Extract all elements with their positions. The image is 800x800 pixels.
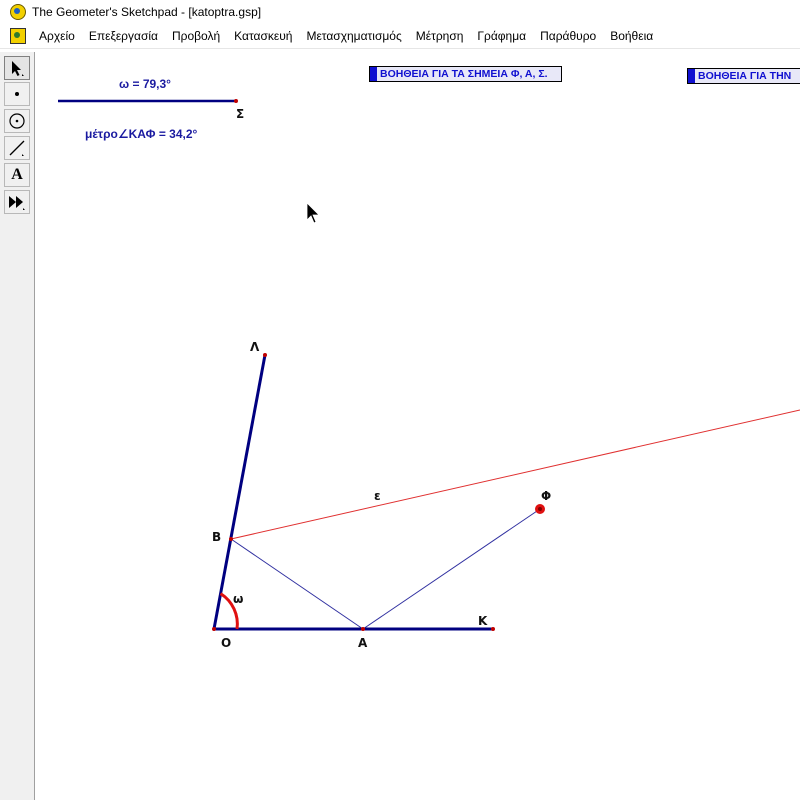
window-title: The Geometer's Sketchpad - [katoptra.gsp…: [32, 5, 262, 19]
point-sigma[interactable]: [234, 99, 238, 103]
segment-BA[interactable]: [230, 538, 364, 630]
menu-help[interactable]: Βοήθεια: [603, 29, 660, 43]
measurement-omega[interactable]: ω = 79,3°: [119, 77, 171, 91]
compass-tool[interactable]: [4, 109, 30, 133]
segment-AF[interactable]: [362, 508, 541, 630]
selection-arrow-icon: [12, 61, 24, 76]
point-k[interactable]: [491, 627, 495, 631]
point-tool[interactable]: [4, 82, 30, 106]
menu-edit[interactable]: Επεξεργασία: [82, 29, 165, 43]
menu-file[interactable]: Αρχείο: [32, 29, 82, 43]
menu-measure[interactable]: Μέτρηση: [409, 29, 471, 43]
menu-display[interactable]: Προβολή: [165, 29, 227, 43]
point-lambda[interactable]: [263, 353, 267, 357]
selection-tool[interactable]: [4, 56, 30, 80]
menu-window[interactable]: Παράθυρο: [533, 29, 603, 43]
label-sigma[interactable]: Σ: [236, 107, 244, 121]
help-button-other[interactable]: ΒΟΗΘΕΙΑ ΓΙΑ ΤΗΝ: [687, 68, 800, 84]
custom-tool[interactable]: [4, 190, 30, 214]
geometry-layer: [58, 99, 800, 631]
help-button-other-label: ΒΟΗΘΕΙΑ ΓΙΑ ΤΗΝ: [698, 70, 792, 82]
label-lambda[interactable]: Λ: [250, 340, 259, 354]
point-phi-center: [538, 507, 542, 511]
text-icon: A: [11, 166, 23, 183]
point-o[interactable]: [212, 627, 216, 631]
straightedge-tool[interactable]: [4, 136, 30, 160]
measurement-angle-kaf[interactable]: μέτρο∠ΚΑΦ = 34,2°: [85, 127, 197, 141]
label-omega[interactable]: ω: [233, 592, 243, 606]
button-handle: [370, 67, 377, 81]
button-handle: [688, 69, 695, 83]
label-k[interactable]: Κ: [478, 614, 487, 628]
text-tool[interactable]: A: [4, 163, 30, 187]
label-epsilon[interactable]: ε: [374, 489, 381, 503]
point-a[interactable]: [361, 627, 365, 631]
compass-icon: [9, 113, 25, 129]
title-bar: The Geometer's Sketchpad - [katoptra.gsp…: [0, 0, 800, 24]
label-o[interactable]: Ο: [221, 636, 231, 650]
segment-OL[interactable]: [212, 354, 267, 630]
toolbox: A: [0, 52, 35, 800]
sketch-canvas[interactable]: ω = 79,3° μέτρο∠ΚΑΦ = 34,2° ΒΟΗΘΕΙΑ ΓΙΑ …: [35, 52, 800, 800]
label-phi[interactable]: Φ: [541, 489, 551, 503]
point-b[interactable]: [229, 537, 233, 541]
label-b[interactable]: Β: [212, 530, 221, 544]
label-a[interactable]: Α: [358, 636, 367, 650]
menu-bar: Αρχείο Επεξεργασία Προβολή Κατασκευή Μετ…: [0, 24, 800, 49]
document-icon[interactable]: [10, 28, 26, 44]
mouse-cursor-icon: [306, 202, 320, 224]
custom-tool-icon: [9, 196, 25, 210]
ray-epsilon[interactable]: [230, 409, 800, 540]
menu-transform[interactable]: Μετασχηματισμός: [299, 29, 408, 43]
menu-graph[interactable]: Γράφημα: [470, 29, 533, 43]
straightedge-icon: [9, 140, 25, 156]
point-icon: [15, 92, 19, 96]
menu-construct[interactable]: Κατασκευή: [227, 29, 299, 43]
help-button-points[interactable]: ΒΟΗΘΕΙΑ ΓΙΑ ΤΑ ΣΗΜΕΙΑ Φ, Α, Σ.: [369, 66, 562, 82]
sketchpad-app-icon: [10, 4, 26, 20]
help-button-points-label: ΒΟΗΘΕΙΑ ΓΙΑ ΤΑ ΣΗΜΕΙΑ Φ, Α, Σ.: [380, 68, 548, 80]
